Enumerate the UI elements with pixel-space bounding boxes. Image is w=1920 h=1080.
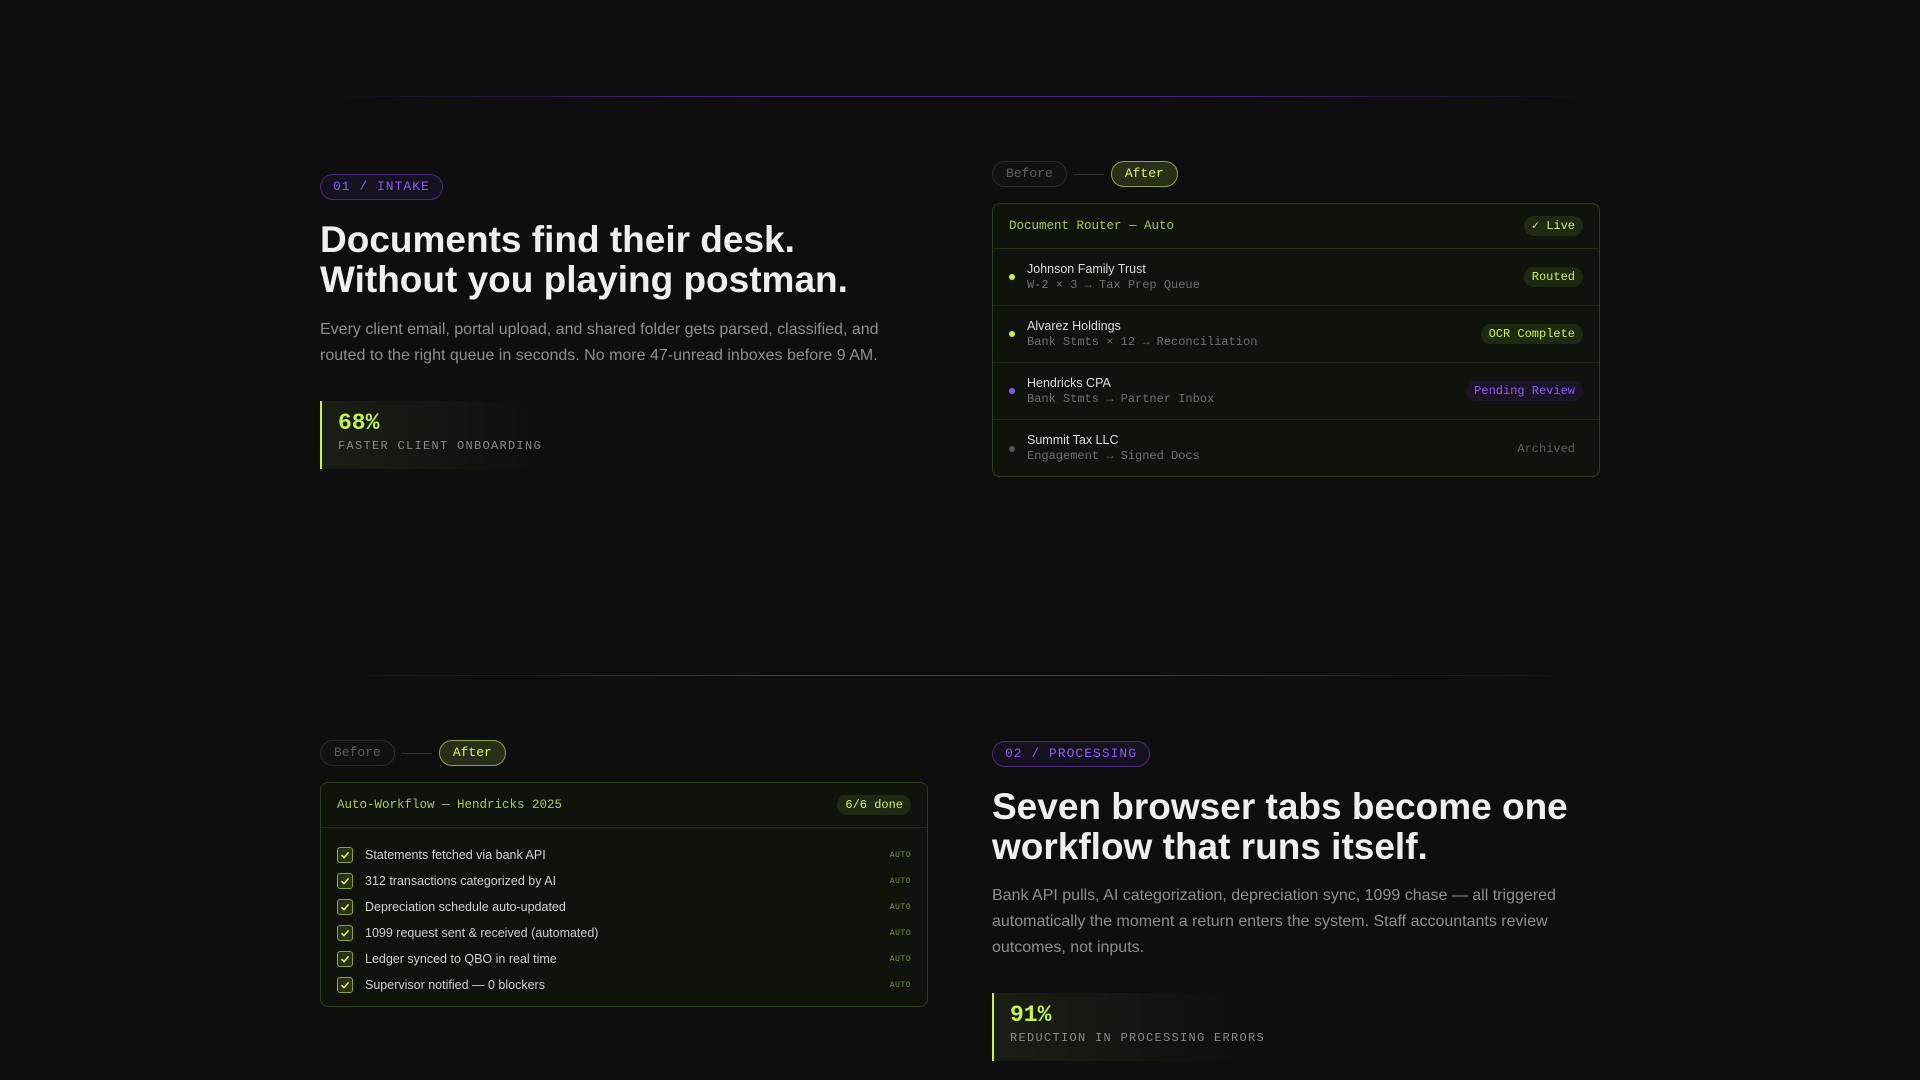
row-route-meta: Bank Stmts → Partner Inbox [1027, 391, 1215, 406]
intake-stat-value: 68% [338, 410, 380, 436]
router-row[interactable]: Summit Tax LLC Engagement → Signed Docs … [993, 420, 1599, 476]
auto-tag: AUTO [889, 850, 911, 860]
intake-body: Every client email, portal upload, and s… [320, 321, 879, 364]
intake-headline: Documents find their desk. Without you p… [320, 219, 848, 300]
status-badge: Archived [1517, 441, 1575, 456]
auto-tag: AUTO [889, 980, 911, 990]
toggle-connector [1073, 173, 1104, 175]
check-icon[interactable] [337, 977, 353, 993]
checklist-item[interactable]: Supervisor notified — 0 blockers AUTO [337, 972, 911, 998]
row-route-meta: Bank Stmts × 12 → Reconciliation [1027, 334, 1258, 349]
checklist-item-label: Depreciation schedule auto-updated [365, 900, 566, 914]
intake-stat: 68% FASTER CLIENT ONBOARDING [320, 401, 543, 469]
checklist-item[interactable]: Depreciation schedule auto-updated AUTO [337, 894, 911, 920]
panel-title: Auto-Workflow — Hendricks 2025 [337, 798, 563, 812]
row-client-name: Hendricks CPA [1027, 375, 1111, 390]
router-row[interactable]: Johnson Family Trust W-2 × 3 → Tax Prep … [993, 249, 1599, 306]
processing-before-pill[interactable]: Before [320, 740, 395, 766]
checklist-item-label: Statements fetched via bank API [365, 848, 546, 862]
intake-before-pill[interactable]: Before [992, 161, 1067, 187]
processing-stat: 91% REDUCTION IN PROCESSING ERRORS [992, 993, 1266, 1061]
processing-before-after-toggle: Before After [320, 740, 506, 766]
check-icon[interactable] [337, 847, 353, 863]
router-row[interactable]: Alvarez Holdings Bank Stmts × 12 → Recon… [993, 306, 1599, 363]
status-dot [1009, 274, 1015, 280]
auto-tag: AUTO [889, 928, 911, 938]
checklist-item[interactable]: Ledger synced to QBO in real time AUTO [337, 946, 911, 972]
status-dot [1009, 388, 1015, 394]
check-icon[interactable] [337, 951, 353, 967]
checklist-item-label: 1099 request sent & received (automated) [365, 926, 599, 940]
checklist-item[interactable]: Statements fetched via bank API AUTO [337, 842, 911, 868]
auto-workflow-panel: Auto-Workflow — Hendricks 2025 6/6 done … [320, 782, 928, 1007]
checklist-item-label: Supervisor notified — 0 blockers [365, 978, 545, 992]
panel-title: Document Router — Auto [1009, 219, 1175, 233]
intake-stat-label: FASTER CLIENT ONBOARDING [338, 439, 543, 453]
intake-after-pill[interactable]: After [1110, 161, 1178, 187]
check-icon[interactable] [337, 873, 353, 889]
processing-section-tag: 02 / PROCESSING [992, 741, 1151, 767]
live-badge: ✓ Live [1523, 216, 1583, 236]
done-badge: 6/6 done [837, 795, 911, 815]
router-row[interactable]: Hendricks CPA Bank Stmts → Partner Inbox… [993, 363, 1599, 420]
check-icon[interactable] [337, 899, 353, 915]
workflow-checklist: Statements fetched via bank API AUTO 312… [321, 828, 927, 998]
check-icon[interactable] [337, 925, 353, 941]
processing-body: Bank API pulls, AI categorization, depre… [992, 887, 1556, 956]
row-client-name: Alvarez Holdings [1027, 318, 1121, 333]
row-client-name: Summit Tax LLC [1027, 433, 1119, 447]
auto-tag: AUTO [889, 876, 911, 886]
status-badge: Pending Review [1466, 381, 1583, 401]
router-rows: Johnson Family Trust W-2 × 3 → Tax Prep … [993, 249, 1599, 476]
auto-tag: AUTO [889, 902, 911, 912]
document-router-panel: Document Router — Auto ✓ Live Johnson Fa… [992, 203, 1600, 477]
checklist-item-label: 312 transactions categorized by AI [365, 874, 557, 888]
auto-tag: AUTO [889, 954, 911, 964]
status-badge: Routed [1523, 267, 1583, 287]
status-dot [1009, 445, 1015, 452]
panel-header: Document Router — Auto ✓ Live [993, 204, 1599, 249]
checklist-item[interactable]: 312 transactions categorized by AI AUTO [337, 868, 911, 894]
section-divider-top [320, 96, 1600, 97]
row-route-meta: Engagement → Signed Docs [1027, 449, 1200, 463]
row-client-name: Johnson Family Trust [1027, 261, 1146, 276]
processing-stat-label: REDUCTION IN PROCESSING ERRORS [1010, 1031, 1266, 1045]
section-divider-middle [320, 675, 1600, 676]
status-dot [1009, 331, 1015, 337]
processing-headline: Seven browser tabs become one workflow t… [992, 786, 1568, 867]
toggle-connector [401, 752, 432, 754]
row-route-meta: W-2 × 3 → Tax Prep Queue [1027, 277, 1200, 292]
intake-before-after-toggle: Before After [992, 161, 1178, 187]
checklist-item-label: Ledger synced to QBO in real time [365, 952, 557, 966]
processing-after-pill[interactable]: After [438, 740, 506, 766]
panel-header: Auto-Workflow — Hendricks 2025 6/6 done [321, 783, 927, 828]
status-badge: OCR Complete [1480, 324, 1583, 344]
processing-stat-value: 91% [1010, 1002, 1052, 1028]
intake-section-tag: 01 / INTAKE [320, 174, 443, 200]
checklist-item[interactable]: 1099 request sent & received (automated)… [337, 920, 911, 946]
